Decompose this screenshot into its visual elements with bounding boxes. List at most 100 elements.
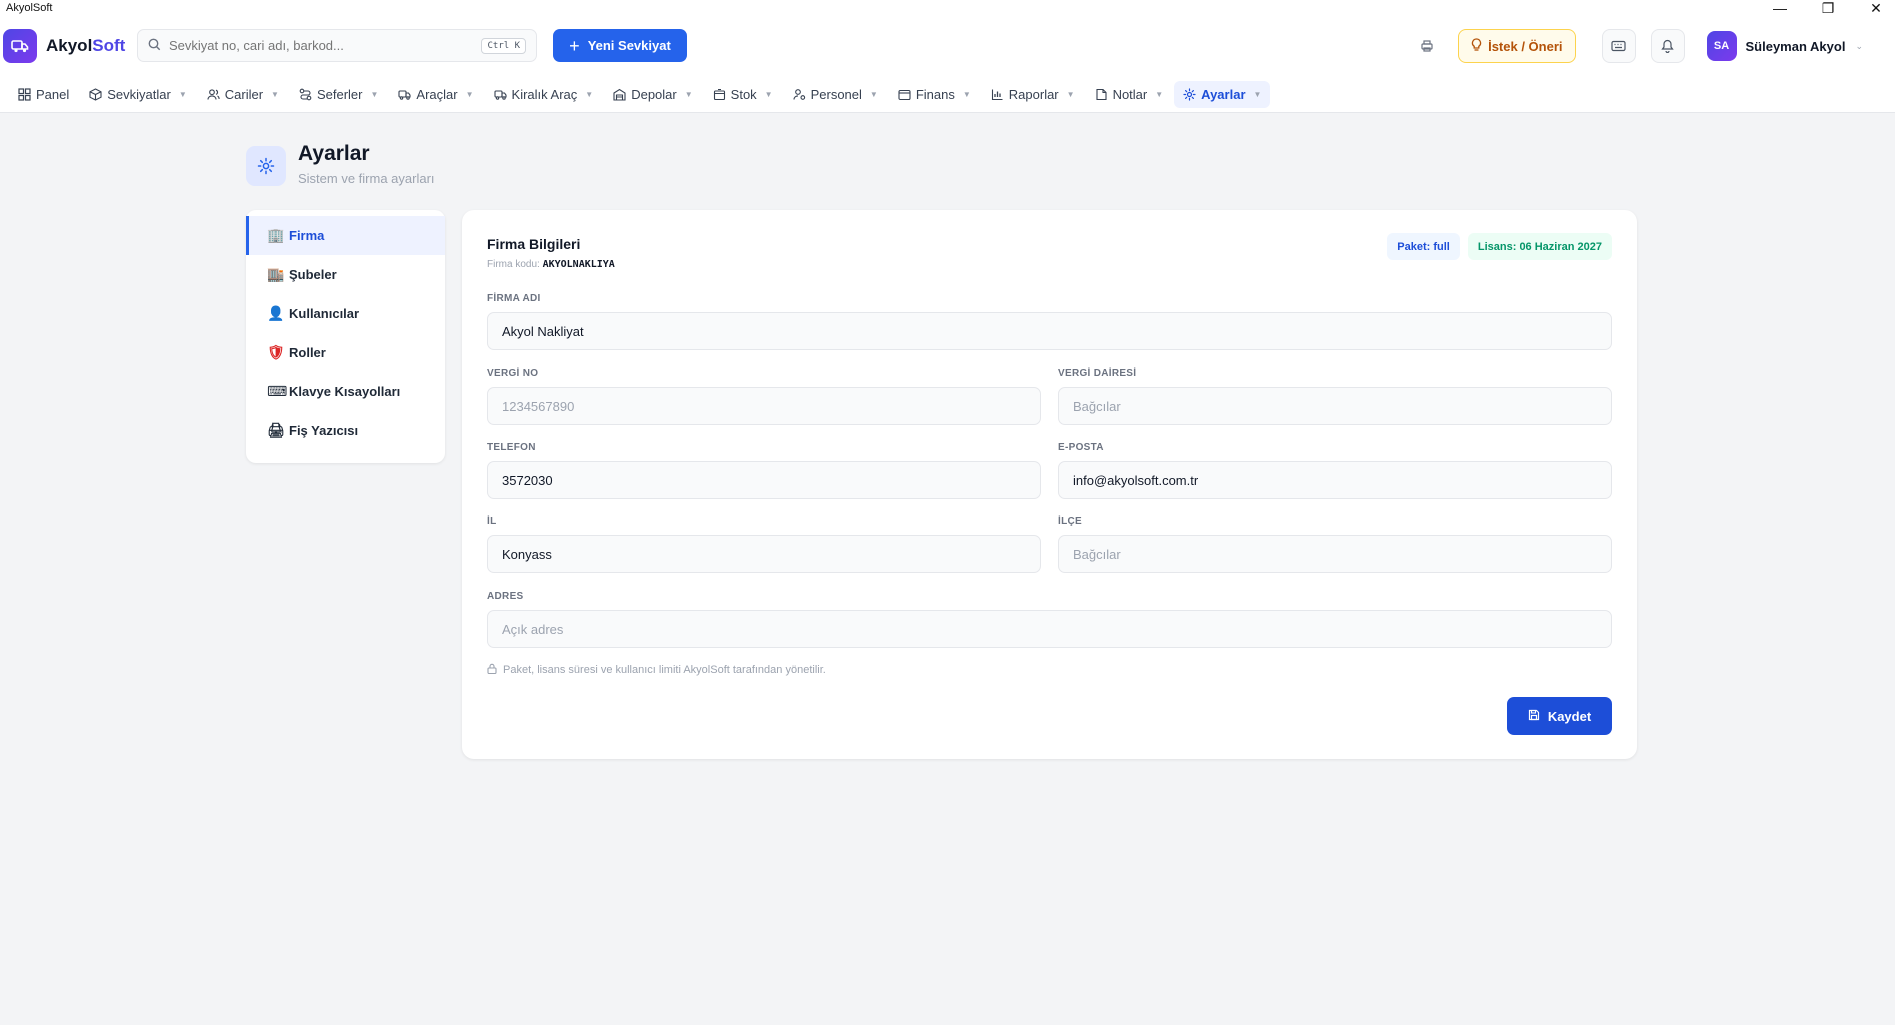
chevron-down-icon: ▼	[869, 89, 878, 99]
tax-no-field: VERGİ NO	[487, 368, 1041, 425]
district-input[interactable]	[1058, 535, 1612, 573]
global-search[interactable]: Ctrl K	[137, 29, 537, 62]
user-icon: 👤	[267, 305, 285, 321]
email-input[interactable]	[1058, 461, 1612, 499]
nav-item-label: Stok	[730, 86, 757, 102]
address-field: ADRES	[487, 591, 1612, 648]
field-label: E-POSTA	[1058, 442, 1104, 453]
company-name-field: FİRMA ADI	[487, 293, 1612, 350]
side-item-label: Roller	[289, 345, 326, 360]
close-icon[interactable]: ✕	[1869, 1, 1883, 15]
grid-icon	[18, 87, 31, 101]
nav-item-label: Panel	[36, 86, 70, 102]
nav-item-label: Seferler	[316, 86, 363, 102]
restore-icon[interactable]: ❐	[1821, 1, 1835, 15]
nav-item-sevkiyatlar[interactable]: Sevkiyatlar ▼	[80, 81, 196, 108]
suggestion-button[interactable]: İstek / Öneri	[1458, 29, 1576, 63]
printer-icon[interactable]	[1412, 29, 1442, 63]
box-icon	[89, 87, 102, 101]
side-item-roller[interactable]: 🛡 Roller	[246, 333, 445, 372]
nav-item-kiralık-araç[interactable]: Kiralık Araç ▼	[485, 81, 603, 108]
window-titlebar: AkyolSoft — ❐ ✕	[0, 0, 1895, 16]
tax-office-input[interactable]	[1058, 387, 1612, 425]
field-label: FİRMA ADI	[487, 293, 541, 304]
nav-item-label: Kiralık Araç	[511, 86, 578, 102]
email-field: E-POSTA	[1058, 442, 1612, 499]
user-menu[interactable]: SA Süleyman Akyol ⌄	[1706, 31, 1863, 61]
search-shortcut: Ctrl K	[481, 37, 526, 54]
new-shipment-label: Yeni Sevkiyat	[587, 38, 671, 53]
phone-field: TELEFON	[487, 442, 1041, 499]
nav-item-stok[interactable]: Stok ▼	[704, 81, 782, 108]
license-badge: Lisans: 06 Haziran 2027	[1467, 233, 1612, 260]
bell-icon[interactable]	[1650, 29, 1685, 63]
nav-item-label: Depolar	[631, 86, 677, 102]
district-field: İLÇE	[1058, 516, 1612, 573]
chevron-down-icon: ▼	[764, 89, 773, 99]
city-field: İL	[487, 516, 1041, 573]
search-icon	[148, 38, 161, 54]
new-shipment-button[interactable]: + Yeni Sevkiyat	[553, 29, 687, 62]
route-icon	[299, 88, 312, 101]
chevron-down-icon: ⌄	[1855, 40, 1863, 51]
chevron-down-icon: ▼	[178, 89, 187, 99]
field-label: İL	[487, 516, 497, 527]
side-item-subeler[interactable]: 🏬 Şubeler	[246, 255, 445, 294]
field-label: VERGİ NO	[487, 368, 539, 379]
truck-icon	[493, 88, 507, 101]
card-title: Firma Bilgileri	[487, 236, 581, 252]
printer-icon: 🖨	[267, 422, 285, 438]
chevron-down-icon: ▼	[1155, 89, 1164, 99]
chevron-down-icon: ▼	[271, 89, 279, 99]
nav-item-label: Raporlar	[1008, 86, 1059, 102]
chevron-down-icon: ▼	[962, 89, 971, 99]
badges: Paket: full Lisans: 06 Haziran 2027	[1387, 233, 1612, 260]
avatar: SA	[1706, 31, 1737, 61]
window-controls: — ❐ ✕	[1773, 1, 1889, 15]
side-item-kullanicilar[interactable]: 👤 Kullanıcılar	[246, 294, 445, 333]
window-title: AkyolSoft	[6, 2, 53, 14]
field-label: VERGİ DAİRESİ	[1058, 368, 1137, 379]
brand-name[interactable]: AkyolSoft	[46, 36, 125, 56]
truck-icon	[398, 88, 411, 101]
side-item-fis-yazici[interactable]: 🖨 Fiş Yazıcısı	[246, 411, 445, 450]
nav-item-panel[interactable]: Panel	[9, 81, 78, 108]
nav-item-ayarlar[interactable]: Ayarlar ▼	[1174, 80, 1271, 108]
nav-item-label: Ayarlar	[1201, 86, 1246, 102]
nav-item-seferler[interactable]: Seferler ▼	[290, 81, 387, 108]
gear-icon	[246, 146, 286, 186]
minimize-icon[interactable]: —	[1773, 1, 1787, 15]
nav-item-depolar[interactable]: Depolar ▼	[604, 81, 701, 108]
nav-item-label: Notlar	[1112, 86, 1148, 102]
phone-input[interactable]	[487, 461, 1041, 499]
save-button[interactable]: Kaydet	[1507, 697, 1612, 735]
nav-item-personel[interactable]: Personel ▼	[784, 81, 887, 108]
chevron-down-icon: ▼	[370, 89, 379, 99]
nav-item-label: Cariler	[224, 86, 264, 102]
city-input[interactable]	[487, 535, 1041, 573]
nav-item-finans[interactable]: Finans ▼	[889, 81, 980, 108]
shield-icon: 🛡	[267, 344, 285, 360]
search-input[interactable]	[169, 38, 482, 53]
save-label: Kaydet	[1547, 708, 1592, 724]
package-icon	[713, 88, 726, 101]
page-subtitle: Sistem ve firma ayarları	[298, 171, 435, 186]
nav-item-araçlar[interactable]: Araçlar ▼	[389, 81, 482, 108]
building-icon: 🏢	[267, 227, 285, 243]
side-item-firma[interactable]: 🏢 Firma	[246, 216, 445, 255]
lightbulb-icon	[1471, 37, 1482, 55]
side-item-klavye[interactable]: ⌨ Klavye Kısayolları	[246, 372, 445, 411]
company-code: Firma kodu: AKYOLNAKLIYA	[487, 259, 615, 270]
tax-no-input[interactable]	[487, 387, 1041, 425]
nav-item-label: Finans	[915, 86, 955, 102]
keyboard-icon[interactable]	[1601, 29, 1636, 63]
address-input[interactable]	[487, 610, 1612, 648]
nav-item-cariler[interactable]: Cariler ▼	[198, 81, 288, 108]
company-name-input[interactable]	[487, 312, 1612, 350]
nav-item-notlar[interactable]: Notlar ▼	[1086, 81, 1173, 108]
chevron-down-icon: ▼	[684, 89, 693, 99]
logo-icon[interactable]	[3, 29, 37, 63]
header-actions: İstek / Öneri SA Süleyman Akyol ⌄	[1412, 29, 1895, 63]
note-icon	[1095, 88, 1108, 101]
nav-item-raporlar[interactable]: Raporlar ▼	[982, 81, 1084, 108]
